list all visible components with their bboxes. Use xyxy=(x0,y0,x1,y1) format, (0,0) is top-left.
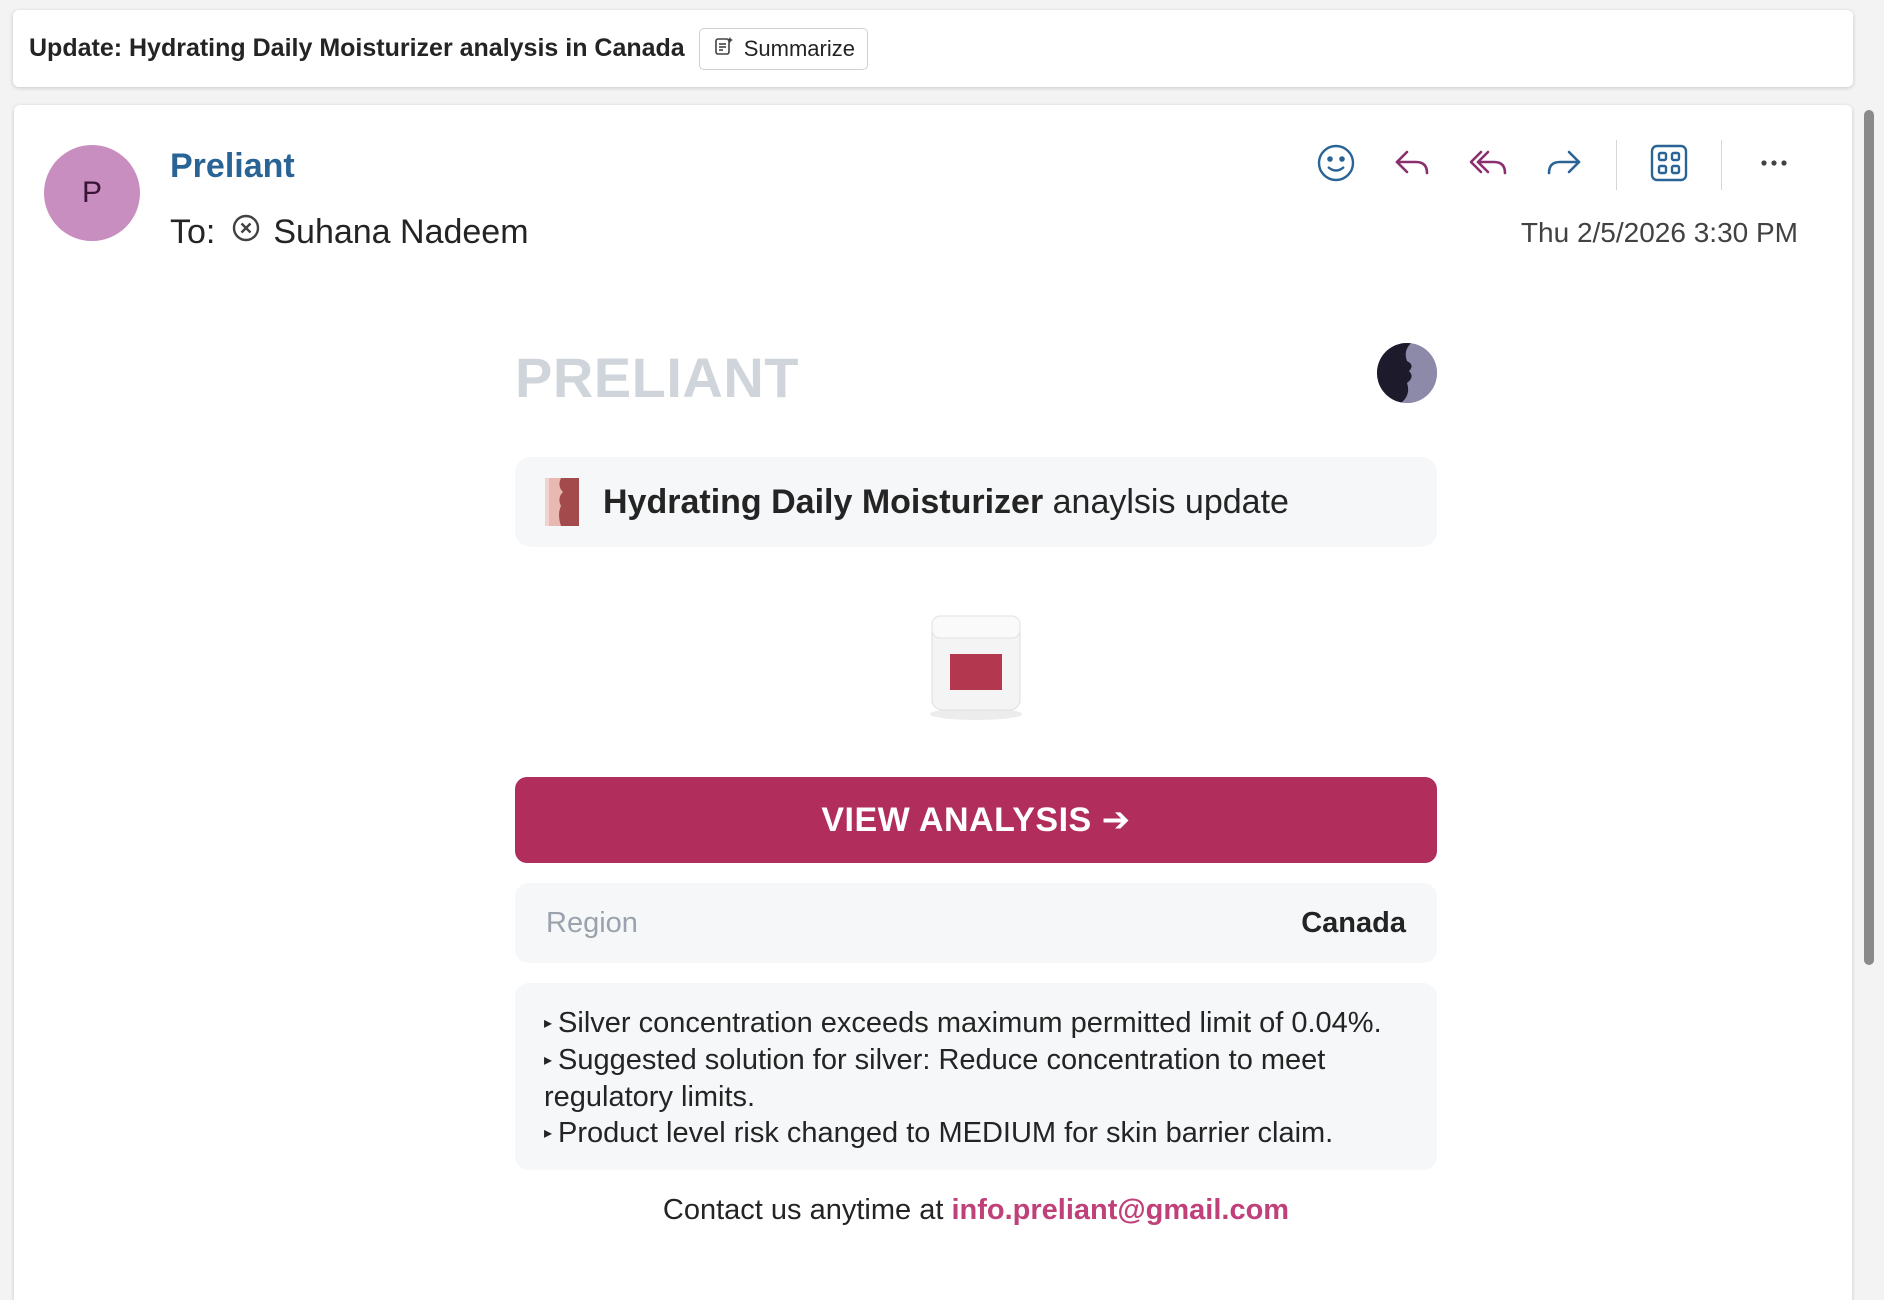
emoji-button[interactable] xyxy=(1298,137,1374,193)
brand-header: PRELIANT xyxy=(515,343,1437,435)
bullet-icon: ▸ xyxy=(544,1052,553,1069)
brand-avatar xyxy=(1377,343,1437,403)
forward-icon xyxy=(1542,141,1586,190)
contact-prefix: Contact us anytime at xyxy=(662,1194,952,1226)
summarize-label: Summarize xyxy=(743,35,855,61)
region-value: Canada xyxy=(1301,906,1406,939)
note-item: ▸ Suggested solution for silver: Reduce c… xyxy=(544,1042,1409,1115)
email-body: PRELIANT Hydrating Daily Moisturizer ana… xyxy=(515,343,1437,1227)
note-item: ▸ Silver concentration exceeds maximum pe… xyxy=(544,1005,1409,1042)
region-row: Region Canada xyxy=(515,883,1437,963)
note-item: ▸ Product level risk changed to MEDIUM fo… xyxy=(544,1115,1409,1152)
contact-email-link[interactable]: info.preliant@gmail.com xyxy=(951,1194,1289,1226)
update-title-suffix: anaylsis update xyxy=(1043,482,1289,521)
apps-button[interactable] xyxy=(1631,137,1707,193)
contact-line: Contact us anytime at info.preliant@gmai… xyxy=(515,1194,1437,1227)
analysis-notes: ▸ Silver concentration exceeds maximum pe… xyxy=(515,983,1437,1170)
more-actions-button[interactable] xyxy=(1736,137,1812,193)
update-title: Hydrating Daily Moisturizer anaylsis upd… xyxy=(603,483,1289,522)
summarize-button[interactable]: Summarize xyxy=(698,27,868,70)
subject-bar: Update: Hydrating Daily Moisturizer anal… xyxy=(13,10,1853,87)
product-thumbnail-icon xyxy=(545,478,579,526)
reply-all-icon xyxy=(1466,141,1510,190)
product-image xyxy=(515,547,1437,777)
update-title-card: Hydrating Daily Moisturizer anaylsis upd… xyxy=(515,457,1437,547)
forward-button[interactable] xyxy=(1526,137,1602,193)
bullet-icon: ▸ xyxy=(544,1125,553,1142)
moisturizer-jar-image xyxy=(930,615,1022,720)
bullet-icon: ▸ xyxy=(544,1015,553,1032)
recipient-line: To: Suhana Nadeem xyxy=(170,213,529,252)
toolbar-divider xyxy=(1616,140,1617,190)
scrollbar-thumb[interactable] xyxy=(1864,110,1874,965)
remove-recipient-icon[interactable] xyxy=(231,213,261,252)
note-text: Product level risk changed to MEDIUM for… xyxy=(558,1117,1334,1149)
apps-icon xyxy=(1647,141,1691,190)
emoji-icon xyxy=(1314,141,1358,190)
subject-title: Update: Hydrating Daily Moisturizer anal… xyxy=(29,34,685,62)
sender-name[interactable]: Preliant xyxy=(170,147,295,186)
product-name: Hydrating Daily Moisturizer xyxy=(603,482,1044,521)
region-label: Region xyxy=(546,906,638,939)
reply-icon xyxy=(1390,141,1434,190)
to-label: To: xyxy=(170,213,216,251)
avatar-initial: P xyxy=(81,176,102,209)
reply-all-button[interactable] xyxy=(1450,137,1526,193)
more-icon xyxy=(1752,141,1796,190)
view-analysis-button[interactable]: VIEW ANALYSIS ➔ xyxy=(515,777,1437,863)
brand-logo-text: PRELIANT xyxy=(515,346,799,409)
message-card: P Preliant To: Suhana Nadeem Thu 2/5/202… xyxy=(14,105,1852,1300)
summarize-icon xyxy=(712,34,736,64)
note-text: Silver concentration exceeds maximum per… xyxy=(558,1007,1382,1039)
received-timestamp: Thu 2/5/2026 3:30 PM xyxy=(1520,217,1798,248)
message-toolbar xyxy=(1298,137,1812,193)
recipient-name[interactable]: Suhana Nadeem xyxy=(273,213,528,252)
toolbar-divider xyxy=(1721,140,1722,190)
note-text: Suggested solution for silver: Reduce co… xyxy=(544,1044,1326,1113)
reply-button[interactable] xyxy=(1374,137,1450,193)
sender-avatar[interactable]: P xyxy=(44,145,140,241)
